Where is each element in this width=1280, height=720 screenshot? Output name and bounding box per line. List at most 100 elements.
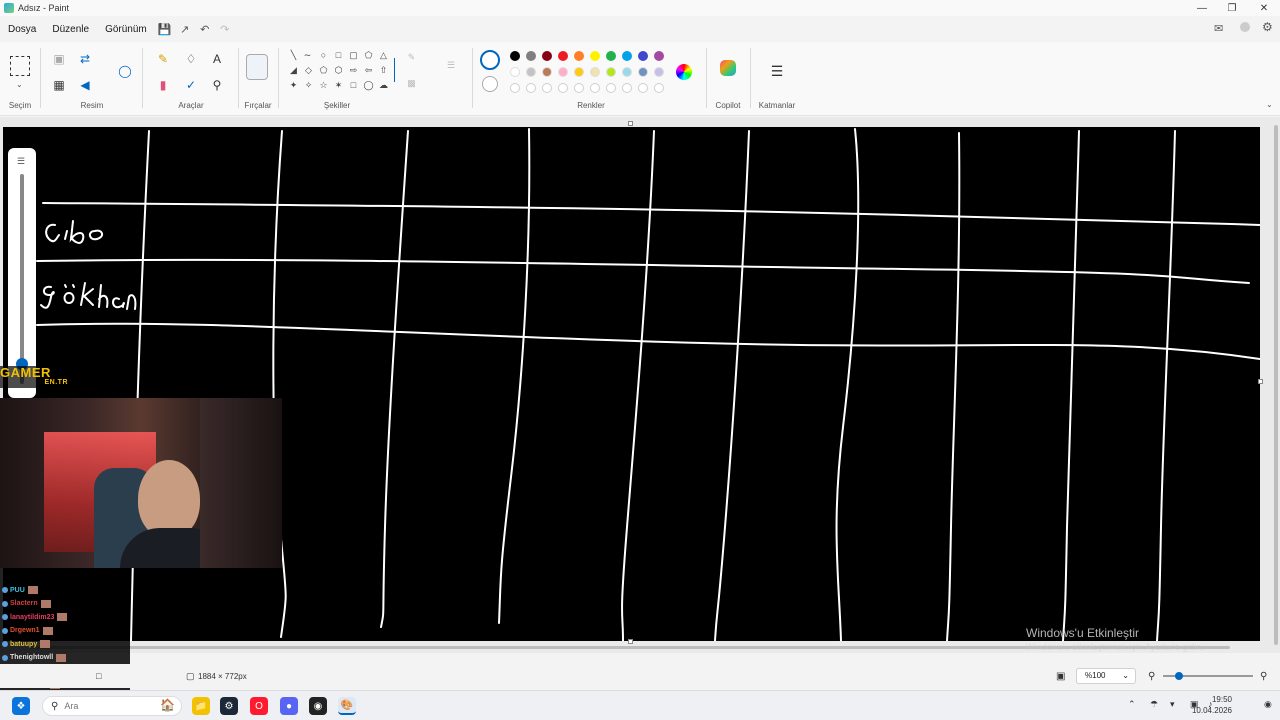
color-swatch[interactable] (606, 51, 616, 61)
polygon-shape-icon[interactable]: ⬠ (363, 50, 374, 61)
custom-color-slot[interactable] (574, 83, 584, 93)
obs-icon[interactable]: ◉ (309, 697, 327, 715)
feedback-icon[interactable]: ✉ (1214, 22, 1223, 35)
right-arrow-shape-icon[interactable]: ⇨ (348, 65, 359, 76)
pencil-icon[interactable]: ✎ (154, 50, 172, 68)
canvas-resize-handle[interactable] (628, 121, 633, 126)
custom-color-slot[interactable] (622, 83, 632, 93)
text-icon[interactable]: A (208, 50, 226, 68)
discord-icon[interactable]: ● (280, 697, 298, 715)
fill-icon[interactable]: ▩ (406, 78, 417, 89)
size-icon[interactable]: ☰ (442, 60, 460, 71)
four-star-icon[interactable]: ✧ (303, 80, 314, 91)
curve-shape-icon[interactable]: ∼ (302, 50, 313, 61)
color-swatch[interactable] (638, 51, 648, 61)
custom-color-slot[interactable] (526, 83, 536, 93)
color-swatch[interactable] (654, 51, 664, 61)
settings-gear-icon[interactable]: ⚙ (1262, 20, 1273, 34)
custom-color-slot[interactable] (638, 83, 648, 93)
vertical-scrollbar[interactable] (1274, 125, 1278, 645)
restore-icon[interactable]: ❐ (1216, 0, 1248, 16)
shapes-scrollbar[interactable] (394, 58, 395, 82)
redo-icon[interactable]: ↷ (215, 23, 235, 36)
primary-color[interactable] (480, 50, 500, 70)
line-shape-icon[interactable]: ╲ (288, 50, 299, 61)
share-icon[interactable]: ↗ (175, 23, 195, 36)
custom-color-slot[interactable] (654, 83, 664, 93)
fill-bucket-icon[interactable]: ♢ (182, 50, 200, 68)
menu-file[interactable]: Dosya (0, 24, 44, 35)
opera-icon[interactable]: O (250, 697, 268, 715)
color-swatch[interactable] (574, 51, 584, 61)
custom-color-slot[interactable] (606, 83, 616, 93)
layers-icon[interactable]: ☰ (768, 62, 786, 80)
paint-taskbar-icon[interactable]: 🎨 (338, 697, 356, 715)
zoom-in-icon[interactable]: ⚲ (1260, 671, 1267, 682)
zoom-level-select[interactable]: %100 ⌄ (1076, 668, 1136, 684)
zoom-slider-thumb[interactable] (1175, 672, 1183, 680)
notification-bell-icon[interactable]: ◉ (1264, 699, 1272, 710)
ribbon-collapse-icon[interactable]: ⌄ (1266, 100, 1273, 109)
menu-view[interactable]: Görünüm (97, 24, 155, 35)
microphone-icon[interactable]: ▾ (1170, 699, 1175, 710)
crop-icon[interactable]: ▣ (50, 50, 68, 68)
rounded-rectangle-shape-icon[interactable]: ▢ (348, 50, 359, 61)
fit-to-window-icon[interactable]: ▣ (1056, 671, 1065, 682)
save-icon[interactable]: 💾 (155, 23, 175, 36)
color-swatch[interactable] (606, 67, 616, 77)
triangle-shape-icon[interactable]: △ (378, 50, 389, 61)
five-point-star-icon[interactable]: ☆ (318, 80, 329, 91)
color-swatch[interactable] (510, 51, 520, 61)
brush-icon[interactable] (246, 54, 268, 80)
resize-icon[interactable]: ⇄ (76, 50, 94, 68)
color-swatch[interactable] (526, 51, 536, 61)
pentagon-shape-icon[interactable]: ⬠ (318, 65, 329, 76)
color-swatch[interactable] (590, 51, 600, 61)
custom-color-slot[interactable] (558, 83, 568, 93)
select-icon[interactable] (10, 56, 30, 76)
copilot-icon[interactable] (720, 60, 736, 76)
color-picker-icon[interactable]: ✓ (182, 76, 200, 94)
six-point-star-icon[interactable]: ✶ (333, 80, 344, 91)
four-point-star-icon[interactable]: ✦ (288, 80, 299, 91)
oval-shape-icon[interactable]: ○ (318, 50, 329, 61)
outline-icon[interactable]: ✎ (406, 52, 417, 63)
canvas-resize-handle[interactable] (1258, 379, 1263, 384)
start-windows-icon[interactable]: ❖ (12, 697, 30, 715)
eraser-icon[interactable]: ▮ (154, 76, 172, 94)
chevron-up-icon[interactable]: ⌃ (1128, 699, 1136, 710)
menu-edit[interactable]: Düzenle (44, 24, 97, 35)
color-swatch[interactable] (590, 67, 600, 77)
color-swatch[interactable] (526, 67, 536, 77)
cloud-callout-icon[interactable]: ☁ (378, 80, 389, 91)
secondary-color[interactable] (482, 76, 498, 92)
custom-color-slot[interactable] (590, 83, 600, 93)
color-swatch[interactable] (654, 67, 664, 77)
remove-background-icon[interactable]: ◯ (116, 62, 134, 80)
up-arrow-shape-icon[interactable]: ⇧ (378, 65, 389, 76)
callout-shape-icon[interactable]: □ (348, 80, 359, 91)
minimize-icon[interactable]: — (1186, 0, 1218, 16)
color-swatch[interactable] (558, 51, 568, 61)
brush-size-slider[interactable] (20, 174, 24, 384)
file-explorer-icon[interactable]: 📁 (192, 697, 210, 715)
edit-colors-icon[interactable] (676, 64, 692, 80)
magnifier-icon[interactable]: ⚲ (208, 76, 226, 94)
search-input[interactable] (64, 701, 145, 711)
color-swatch[interactable] (542, 67, 552, 77)
color-swatch[interactable] (622, 67, 632, 77)
chevron-down-icon[interactable]: ⌄ (16, 80, 23, 89)
color-swatch[interactable] (542, 51, 552, 61)
diamond-shape-icon[interactable]: ◇ (303, 65, 314, 76)
color-swatch[interactable] (558, 67, 568, 77)
clock[interactable]: 19:50 10.04.2026 (1192, 694, 1232, 716)
flip-icon[interactable]: ◀ (76, 76, 94, 94)
custom-color-slot[interactable] (542, 83, 552, 93)
right-triangle-shape-icon[interactable]: ◢ (288, 65, 299, 76)
undo-icon[interactable]: ↶ (195, 23, 215, 36)
color-swatch[interactable] (510, 67, 520, 77)
canvas-resize-handle[interactable] (628, 639, 633, 644)
rectangle-shape-icon[interactable]: □ (333, 50, 344, 61)
close-icon[interactable]: ✕ (1248, 0, 1280, 16)
left-arrow-shape-icon[interactable]: ⇦ (363, 65, 374, 76)
